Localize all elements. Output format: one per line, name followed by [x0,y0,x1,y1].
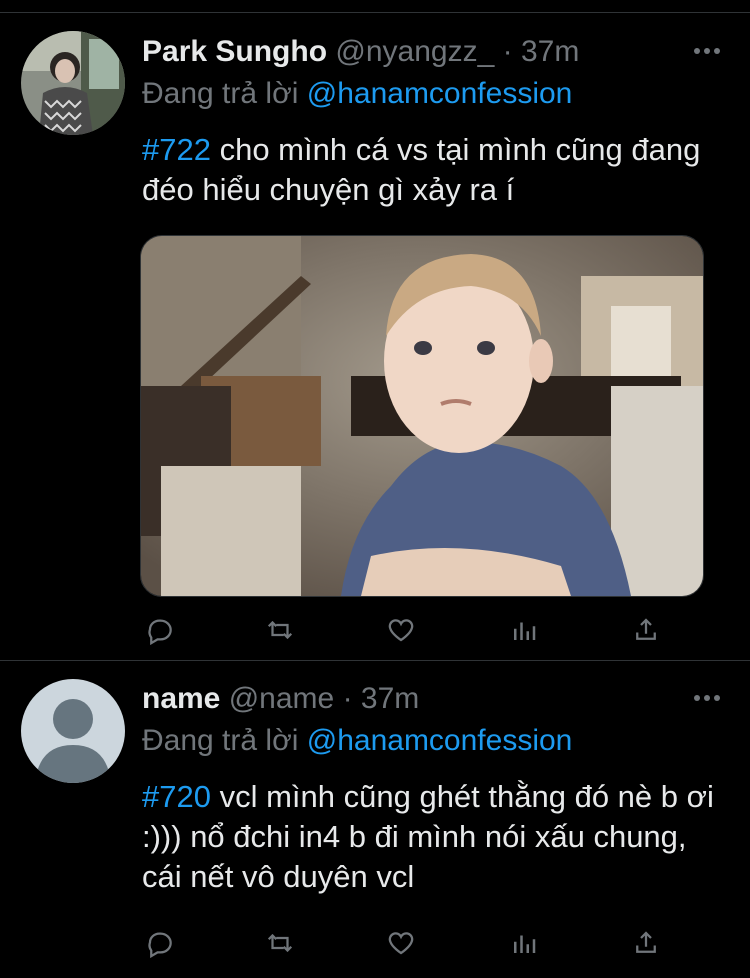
tweet-text: #722 cho mình cá vs tại mình cũng đang đ… [142,130,722,210]
reply-icon[interactable] [140,923,180,963]
tweet-header: Park Sungho @nyangzz_ · 37m [142,34,690,70]
more-horizontal-icon[interactable] [690,683,724,713]
heart-icon[interactable] [381,923,421,963]
tweet-header: name @name · 37m [142,681,690,717]
analytics-icon[interactable] [504,923,544,963]
replying-prefix: Đang trả lời [142,724,307,757]
tweet-body: vcl mình cũng ghét thằng đó nè b ơi :)))… [142,779,714,894]
author-name[interactable]: Park Sungho [142,35,327,68]
separator-dot: · [502,35,513,68]
reply-icon[interactable] [140,610,180,650]
share-icon[interactable] [626,923,666,963]
avatar-default[interactable] [21,679,125,783]
retweet-icon[interactable] [260,923,300,963]
replying-to-line: Đang trả lời @hanamconfession [142,723,572,759]
heart-icon[interactable] [381,610,421,650]
share-icon[interactable] [626,610,666,650]
author-handle[interactable]: @name [229,682,335,715]
replying-mention-link[interactable]: @hanamconfession [307,77,573,110]
tweet-2[interactable]: name @name · 37m Đang trả lời @hanamconf… [0,661,750,978]
hashtag-link[interactable]: #722 [142,132,211,167]
tweet-body: cho mình cá vs tại mình cũng đang đéo hi… [142,132,701,207]
separator-dot: · [342,682,353,715]
replying-to-line: Đang trả lời @hanamconfession [142,76,572,112]
hashtag-link[interactable]: #720 [142,779,211,814]
author-name[interactable]: name [142,682,220,715]
tweet-1[interactable]: Park Sungho @nyangzz_ · 37m Đang trả lời… [0,12,750,660]
tweet-time[interactable]: 37m [361,682,419,715]
tweet-actions [140,923,660,963]
more-horizontal-icon[interactable] [690,36,724,66]
replying-mention-link[interactable]: @hanamconfession [307,724,573,757]
tweet-time[interactable]: 37m [521,35,579,68]
author-handle[interactable]: @nyangzz_ [335,35,494,68]
tweet-text: #720 vcl mình cũng ghét thằng đó nè b ơi… [142,777,722,897]
replying-prefix: Đang trả lời [142,77,307,110]
analytics-icon[interactable] [504,610,544,650]
tweet-actions [140,610,660,650]
retweet-icon[interactable] [260,610,300,650]
avatar-park-sungho[interactable] [21,31,125,135]
tweet-image[interactable] [140,235,704,597]
